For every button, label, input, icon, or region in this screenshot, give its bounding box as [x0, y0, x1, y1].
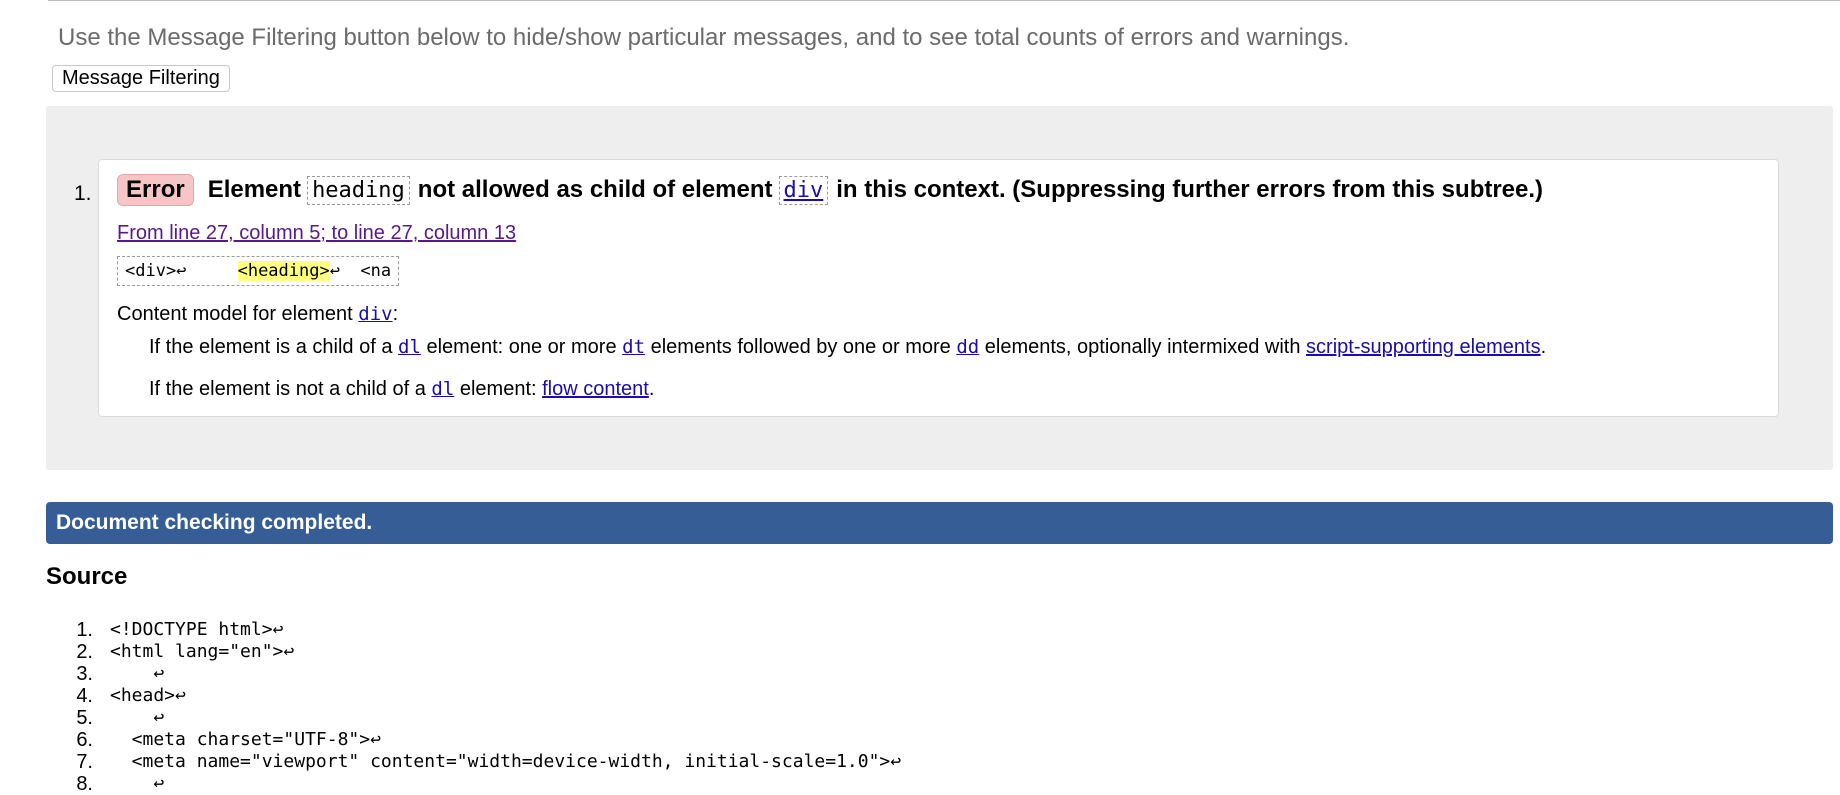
source-line: 6. <meta charset="UTF-8">↩	[60, 729, 901, 751]
rule1-text-a: If the element is a child of a	[149, 336, 393, 358]
message-text-middle: not allowed as child of element	[417, 176, 773, 203]
element-code: heading	[307, 175, 410, 205]
source-line: 8. ↩	[60, 773, 901, 795]
message-number: 1.	[74, 182, 92, 205]
dt-element-link[interactable]: dt	[622, 336, 645, 358]
flow-content-link[interactable]: flow content	[542, 378, 649, 400]
error-badge: Error	[117, 174, 194, 206]
source-code: <meta name="viewport" content="width=dev…	[110, 751, 902, 772]
parent-element-link[interactable]: div	[778, 175, 829, 205]
content-model-rule-dl-child: If the element is a child of a dl elemen…	[149, 336, 1546, 359]
rule1-text-b: element: one or more	[426, 336, 617, 358]
content-model-element-link[interactable]: div	[358, 303, 392, 325]
content-model-heading: Content model for element div:	[117, 303, 398, 326]
line-number: 3.	[76, 663, 93, 685]
source-line: 2. <html lang="en">↩	[60, 641, 901, 663]
line-number: 8.	[76, 773, 93, 795]
source-line: 3. ↩	[60, 663, 901, 685]
dl-element-link[interactable]: dl	[398, 336, 421, 358]
extract-before: <div>↩	[125, 261, 238, 281]
source-code: <html lang="en">↩	[110, 641, 295, 662]
code-extract: <div>↩ <heading> ↩ <na	[117, 256, 400, 286]
source-line: 1. <!DOCTYPE html>↩	[60, 619, 901, 641]
document-checking-completed-banner: Document checking completed.	[46, 502, 1833, 544]
message-text-before: Element	[207, 176, 302, 203]
source-code: <meta charset="UTF-8">↩	[110, 729, 381, 750]
rule2-text-a: If the element is not a child of a	[149, 378, 426, 400]
line-number: 2.	[76, 641, 93, 663]
line-number: 6.	[76, 729, 93, 751]
rule1-text-c: elements followed by one or more	[650, 336, 951, 358]
extract-after: ↩ <na	[329, 261, 392, 281]
source-code: ↩	[110, 663, 165, 684]
script-supporting-elements-link[interactable]: script-supporting elements	[1306, 336, 1541, 358]
content-model-prefix: Content model for element	[117, 303, 353, 325]
source-code: ↩	[110, 773, 165, 794]
content-model-suffix: :	[392, 303, 399, 325]
message-text-after: in this context. (Suppressing further er…	[836, 176, 1544, 203]
source-code: ↩	[110, 707, 165, 728]
line-number: 4.	[76, 685, 93, 707]
source-line: 4. <head>↩	[60, 685, 901, 707]
source-code: <!DOCTYPE html>↩	[110, 619, 284, 640]
rule1-text-d: elements, optionally intermixed with	[984, 336, 1301, 358]
messages-panel: 1. Error Element heading not allowed as …	[46, 106, 1833, 470]
rule1-text-e: .	[1540, 336, 1547, 358]
message-filtering-button[interactable]: Message Filtering	[52, 65, 230, 92]
top-divider	[48, 0, 1840, 1]
source-code: <head>↩	[110, 685, 186, 706]
source-line: 5. ↩	[60, 707, 901, 729]
location-link[interactable]: From line 27, column 5; to line 27, colu…	[117, 222, 516, 245]
line-number: 1.	[76, 619, 93, 641]
source-list: 1. <!DOCTYPE html>↩ 2. <html lang="en">↩ 3…	[60, 619, 901, 795]
content-model-rule-not-dl-child: If the element is not a child of a dl el…	[149, 378, 654, 401]
source-heading: Source	[46, 563, 128, 590]
extract-highlight: <heading>	[237, 261, 330, 281]
line-number: 7.	[76, 751, 93, 773]
dd-element-link[interactable]: dd	[956, 336, 979, 358]
line-number: 5.	[76, 707, 93, 729]
rule2-text-c: .	[648, 378, 655, 400]
dl-element-link-2[interactable]: dl	[431, 378, 454, 400]
error-message: Error Element heading not allowed as chi…	[98, 159, 1779, 417]
message-heading: Error Element heading not allowed as chi…	[117, 174, 1543, 206]
rule2-text-b: element:	[459, 378, 537, 400]
intro-text: Use the Message Filtering button below t…	[58, 24, 1350, 51]
source-line: 7. <meta name="viewport" content="width=…	[60, 751, 901, 773]
